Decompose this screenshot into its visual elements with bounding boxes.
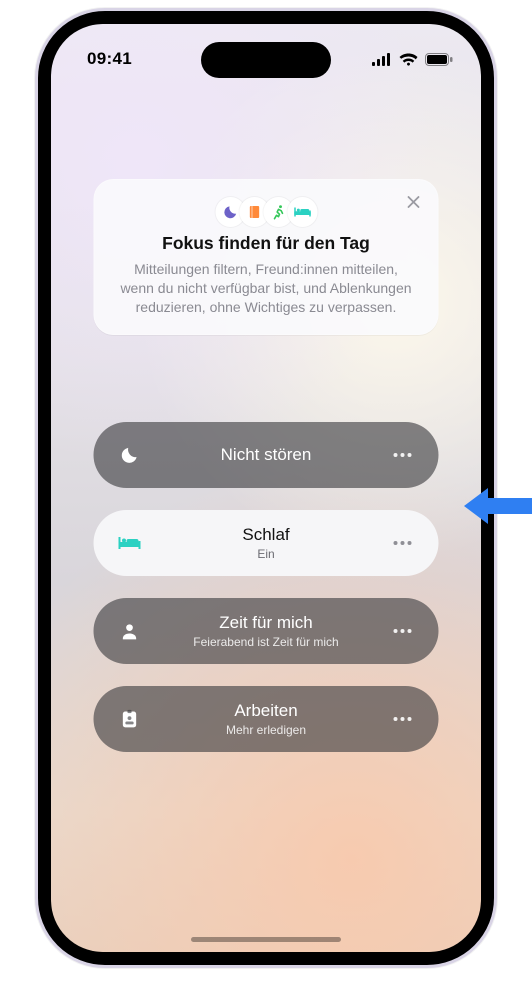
battery-icon (425, 53, 453, 66)
hero-icon-row (116, 197, 417, 227)
side-button-vol-down (35, 323, 38, 387)
more-icon[interactable] (389, 441, 417, 469)
focus-sleep[interactable]: Schlaf Ein (94, 510, 439, 576)
focus-title: Arbeiten (234, 701, 297, 721)
home-indicator[interactable] (191, 937, 341, 942)
focus-title: Nicht stören (221, 445, 312, 465)
focus-subtitle: Feierabend ist Zeit für mich (193, 635, 338, 649)
focus-subtitle: Mehr erledigen (226, 723, 306, 737)
person-icon (116, 617, 144, 645)
side-button-vol-up (35, 243, 38, 307)
cellular-icon (372, 53, 392, 66)
focus-subtitle: Ein (257, 547, 274, 561)
focus-do-not-disturb[interactable]: Nicht stören (94, 422, 439, 488)
side-button-power (494, 267, 497, 367)
side-button-silence (35, 181, 38, 215)
hero-title: Fokus finden für den Tag (116, 233, 417, 254)
bed-icon (116, 529, 144, 557)
screen: 09:41 (51, 24, 481, 952)
more-icon[interactable] (389, 705, 417, 733)
status-time: 09:41 (87, 49, 132, 69)
moon-icon (116, 441, 144, 469)
focus-title: Schlaf (242, 525, 289, 545)
callout-arrow-icon (464, 484, 532, 528)
more-icon[interactable] (389, 529, 417, 557)
dynamic-island (201, 42, 331, 78)
wifi-icon (399, 53, 418, 66)
focus-mode-list: Nicht stören Schlaf Ein (94, 422, 439, 752)
focus-hero-card: Fokus finden für den Tag Mitteilungen fi… (94, 179, 439, 335)
more-icon[interactable] (389, 617, 417, 645)
focus-work[interactable]: Arbeiten Mehr erledigen (94, 686, 439, 752)
phone-frame: 09:41 (35, 8, 497, 968)
bed-icon (287, 197, 317, 227)
close-button[interactable] (403, 191, 425, 213)
badge-icon (116, 705, 144, 733)
focus-title: Zeit für mich (219, 613, 313, 633)
hero-description: Mitteilungen filtern, Freund:innen mitte… (116, 260, 417, 317)
focus-personal[interactable]: Zeit für mich Feierabend ist Zeit für mi… (94, 598, 439, 664)
